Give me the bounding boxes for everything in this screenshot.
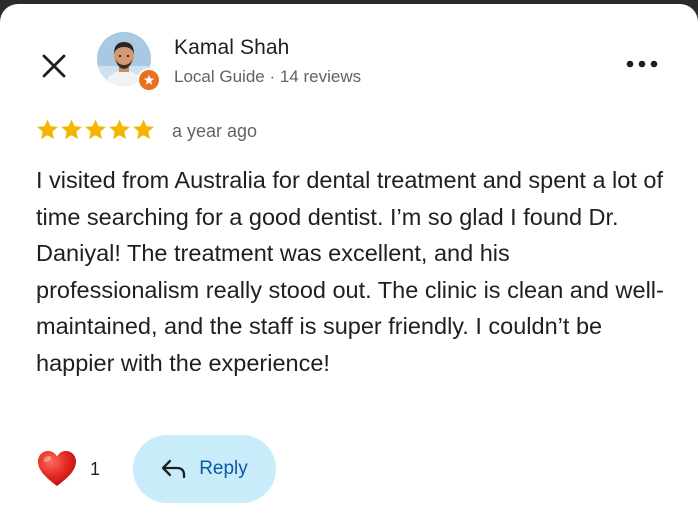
reply-button[interactable]: Reply (133, 435, 276, 503)
reply-arrow-icon (162, 459, 186, 479)
like-button[interactable] (37, 450, 77, 488)
review-time: a year ago (172, 121, 258, 141)
close-button[interactable] (34, 46, 74, 86)
star-icon (133, 119, 154, 140)
heart-icon (38, 451, 76, 486)
star-icon (61, 119, 82, 140)
star-rating (36, 118, 155, 141)
more-options-button[interactable] (620, 46, 664, 82)
reviewer-name[interactable]: Kamal Shah (174, 36, 289, 60)
local-guide-badge (137, 68, 161, 92)
review-card: Kamal Shah Local Guide · 14 reviews a ye… (0, 4, 698, 521)
star-icon (37, 119, 58, 140)
more-horizontal-icon (626, 60, 658, 68)
reply-label: Reply (199, 458, 248, 479)
close-icon (42, 54, 66, 78)
local-guide-star-icon (143, 74, 155, 85)
star-icon (85, 119, 106, 140)
reviewer-avatar-wrap[interactable] (97, 32, 161, 92)
star-icon (109, 119, 130, 140)
reviewer-meta: Local Guide · 14 reviews (174, 67, 362, 86)
like-count: 1 (90, 459, 101, 479)
review-text: I visited from Australia for dental trea… (36, 167, 664, 376)
